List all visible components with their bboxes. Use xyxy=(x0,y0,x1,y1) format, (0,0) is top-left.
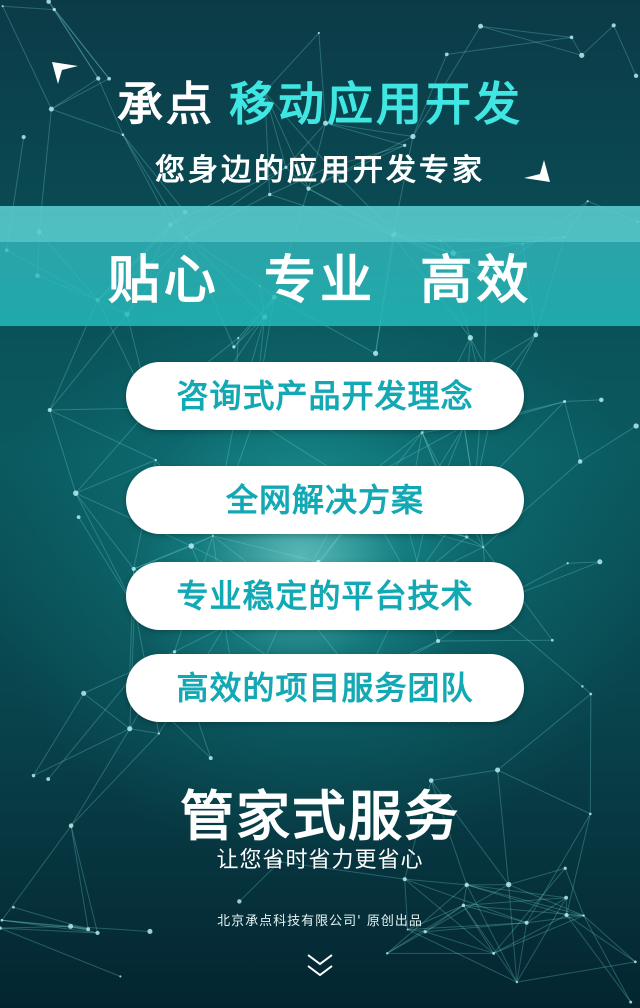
title-brand: 承点 xyxy=(117,77,215,131)
network-dot xyxy=(121,133,125,137)
network-dot xyxy=(317,31,320,35)
network-dot xyxy=(410,133,416,140)
network-dot xyxy=(569,35,574,40)
network-dot xyxy=(372,350,379,356)
network-dot xyxy=(237,899,242,904)
network-dot xyxy=(420,431,424,435)
network-dot xyxy=(172,650,177,654)
network-dot xyxy=(131,566,136,572)
network-line xyxy=(466,884,518,983)
network-dot xyxy=(597,559,603,565)
network-dot xyxy=(633,423,639,429)
network-dot xyxy=(478,23,484,29)
network-dot xyxy=(386,952,389,955)
network-dot xyxy=(81,690,87,696)
network-line xyxy=(480,25,582,56)
network-line xyxy=(516,961,636,983)
feature-pill: 咨询式产品开发理念 xyxy=(126,362,524,430)
network-dot xyxy=(423,930,427,934)
network-dot xyxy=(147,928,153,935)
network-line xyxy=(2,5,55,11)
network-line xyxy=(579,425,637,462)
network-line xyxy=(129,728,159,734)
network-dot xyxy=(492,951,496,955)
network-dot xyxy=(599,397,604,403)
network-dot xyxy=(52,7,56,12)
network-line xyxy=(49,409,77,494)
network-dot xyxy=(579,52,585,58)
network-line xyxy=(582,685,592,695)
network-dot xyxy=(465,535,469,539)
network-dot xyxy=(586,200,589,203)
network-dot xyxy=(237,337,240,340)
network-line xyxy=(47,679,130,780)
network-dot xyxy=(581,685,584,688)
network-dot xyxy=(550,638,554,642)
network-dot xyxy=(436,638,441,644)
network-line xyxy=(480,25,572,38)
network-dot xyxy=(95,930,100,936)
network-line xyxy=(581,25,615,56)
network-line xyxy=(438,639,553,642)
double-chevron-down-icon[interactable] xyxy=(306,952,334,980)
network-dot xyxy=(268,192,272,197)
network-dot xyxy=(464,882,469,888)
network-line xyxy=(613,25,637,77)
network-line xyxy=(212,535,319,563)
poster: 承点 移动应用开发 您身边的应用开发专家 贴心 专业 高效 咨询式产品开发理念 全… xyxy=(0,0,640,1008)
feature-pill: 全网解决方案 xyxy=(126,466,524,534)
network-dot xyxy=(467,335,474,341)
feature-pill: 专业稳定的平台技术 xyxy=(126,562,524,630)
network-dot xyxy=(633,960,637,964)
network-dot xyxy=(157,732,161,735)
network-dot xyxy=(402,877,407,882)
network-line xyxy=(466,884,567,899)
network-dot xyxy=(21,134,26,140)
network-dot xyxy=(482,546,485,549)
network-line xyxy=(407,929,518,983)
network-dot xyxy=(611,23,616,28)
network-line xyxy=(564,399,602,402)
network-dot xyxy=(76,515,81,520)
network-dot xyxy=(211,534,214,537)
network-dot xyxy=(566,562,569,565)
banner-text: 贴心 专业 高效 xyxy=(107,251,533,311)
network-dot xyxy=(1,5,4,8)
network-dot xyxy=(188,543,194,549)
feature-pill: 高效的项目服务团队 xyxy=(126,654,524,722)
network-dot xyxy=(12,905,15,909)
network-line xyxy=(75,492,135,570)
network-dot xyxy=(589,692,593,696)
network-dot xyxy=(154,458,157,462)
network-dot xyxy=(577,459,583,464)
network-dot xyxy=(629,1000,633,1004)
footer-credit: 北京承点科技有限公司' 原创出品 xyxy=(217,914,423,929)
network-line xyxy=(564,401,581,462)
network-dot xyxy=(119,975,122,978)
service-title: 管家式服务 xyxy=(180,785,460,848)
network-dot xyxy=(444,52,449,57)
network-dot xyxy=(461,903,466,908)
network-line xyxy=(567,561,600,564)
network-dot xyxy=(505,881,512,888)
network-dot xyxy=(208,756,213,761)
network-line xyxy=(49,313,128,411)
banner-highlight xyxy=(0,206,640,242)
network-dot xyxy=(232,345,236,349)
service-subtitle: 让您省时省力更省心 xyxy=(216,848,424,873)
network-dot xyxy=(515,981,519,984)
network-dot xyxy=(127,726,133,732)
network-dot xyxy=(564,895,569,900)
title-service: 移动应用开发 xyxy=(229,77,523,131)
network-dot xyxy=(72,490,79,496)
network-line xyxy=(83,692,131,730)
network-dot xyxy=(563,399,567,404)
network-dot xyxy=(47,408,52,413)
main-title: 承点 移动应用开发 xyxy=(0,76,640,132)
network-dot xyxy=(533,332,539,338)
network-line xyxy=(0,927,121,977)
top-right-arrow-icon xyxy=(524,160,550,182)
